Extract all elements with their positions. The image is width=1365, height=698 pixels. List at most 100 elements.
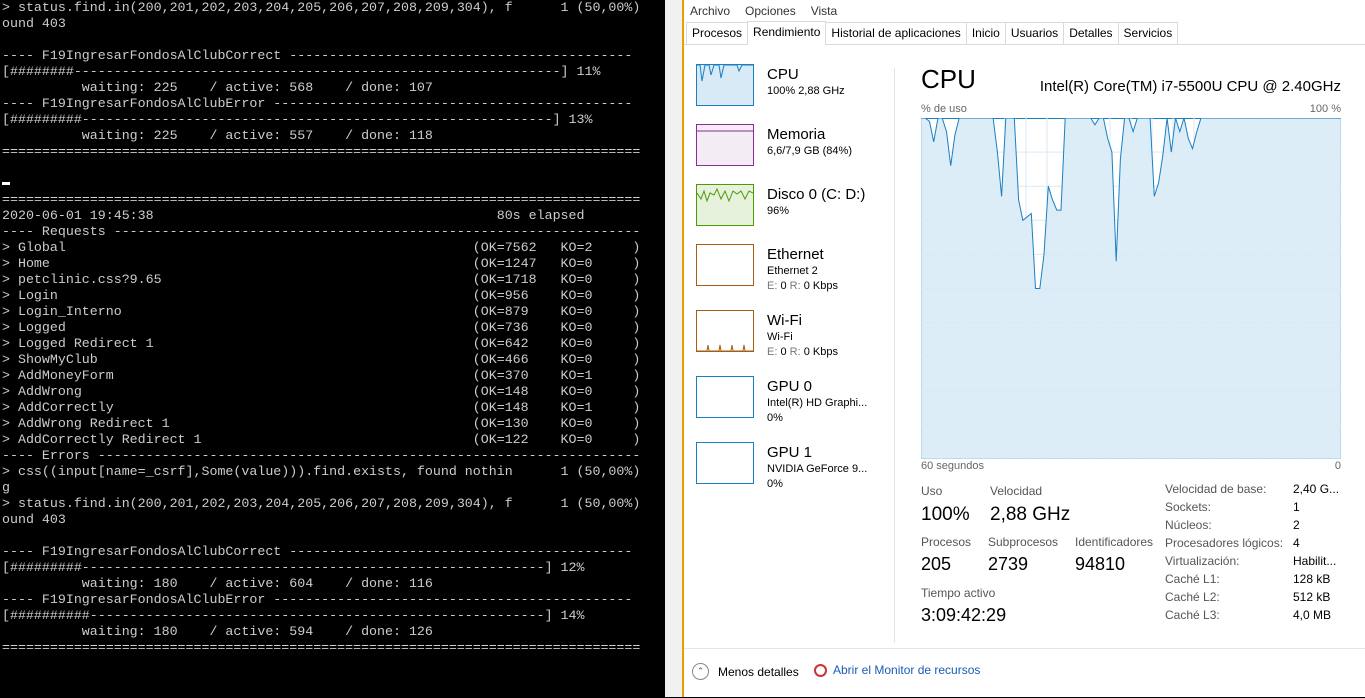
sidebar-item-label: Wi-Fi — [767, 312, 802, 329]
sidebar-item-sub: Wi-Fi — [767, 331, 793, 343]
resource-monitor-icon — [814, 663, 827, 677]
console-line: > Login (OK=956 KO=0 ) — [2, 288, 641, 303]
velocidad-value: 2,88 GHz — [990, 504, 1071, 525]
detail-value: 1 — [1293, 500, 1300, 514]
tab-bar: Procesos Rendimiento Historial de aplica… — [684, 21, 1365, 45]
console-line: ---- F19IngresarFondosAlClubCorrect ----… — [2, 544, 633, 559]
console-line: > ShowMyClub (OK=466 KO=0 ) — [2, 352, 641, 367]
sidebar-item-wi-fi[interactable]: Wi-Fi Wi-Fi E: 0 R: 0 Kbps — [694, 304, 884, 370]
sidebar-item-gpu[interactable]: GPU 0 Intel(R) HD Graphi... 0% — [694, 370, 884, 436]
console-line: 2020-06-01 19:45:38 80s elapsed — [2, 208, 585, 223]
tab-inicio[interactable]: Inicio — [965, 22, 1006, 44]
tab-historial[interactable]: Historial de aplicaciones — [825, 22, 967, 44]
sidebar-item-disco[interactable]: Disco 0 (C: D:) 96% — [694, 178, 884, 238]
detail-value: 128 kB — [1293, 572, 1331, 586]
resource-monitor-label: Abrir el Monitor de recursos — [833, 663, 981, 677]
throughput-part: R: — [789, 346, 801, 358]
console-line: waiting: 180 / active: 604 / done: 116 — [2, 576, 433, 591]
subprocesos-value: 2739 — [988, 554, 1029, 574]
cpu-details: Velocidad de base: 2,40 G... Sockets: 1 Núcl… — [1165, 482, 1355, 626]
less-details-button[interactable]: ⌃ Menos detalles — [692, 663, 799, 680]
tab-detalles[interactable]: Detalles — [1063, 22, 1119, 44]
sidebar-item-sub: Intel(R) HD Graphi... — [767, 397, 868, 409]
cpu-model: Intel(R) Core(TM) i7-5500U CPU @ 2.40GHz — [1039, 78, 1341, 95]
console-line: > AddCorrectly Redirect 1 (OK=122 KO=0 ) — [2, 432, 641, 447]
console-line: ========================================… — [2, 192, 641, 207]
resource-monitor-link[interactable]: Abrir el Monitor de recursos — [814, 663, 980, 677]
tiempo-activo-value: 3:09:42:29 — [921, 605, 1007, 625]
console-window[interactable]: > status.find.in(200,201,202,203,204,205… — [0, 0, 665, 697]
detail-key: Velocidad de base: — [1165, 482, 1267, 496]
tiempo-activo-label: Tiempo activo — [921, 586, 996, 600]
sidebar-item-sub2: 0% — [767, 412, 783, 424]
usage-area — [921, 118, 1341, 459]
sidebar-item-sub2: 0% — [767, 478, 783, 490]
throughput-part: E: — [767, 346, 778, 358]
console-line: > Logged (OK=736 KO=0 ) — [2, 320, 641, 335]
sidebar-item-gpu[interactable]: GPU 1 NVIDIA GeForce 9... 0% — [694, 436, 884, 502]
console-line: g — [2, 480, 10, 495]
detail-row: Sockets: 1 — [1165, 500, 1355, 518]
detail-key: Caché L2: — [1165, 590, 1220, 604]
detail-key: Caché L3: — [1165, 608, 1220, 622]
menu-bar: Archivo Opciones Vista — [684, 0, 1365, 21]
menu-archivo[interactable]: Archivo — [690, 4, 730, 18]
sparkline — [697, 130, 753, 132]
console-line: > status.find.in(200,201,202,203,204,205… — [2, 0, 641, 15]
detail-row: Procesadores lógicos: 4 — [1165, 536, 1355, 554]
console-line: > status.find.in(200,201,202,203,204,205… — [2, 496, 641, 511]
console-line: ound 403 — [2, 512, 66, 527]
console-line: > css((input[name=_csrf],Some(value))).f… — [2, 464, 641, 479]
detail-row: Caché L1: 128 kB — [1165, 572, 1355, 590]
detail-row: Velocidad de base: 2,40 G... — [1165, 482, 1355, 500]
menu-opciones[interactable]: Opciones — [745, 4, 796, 18]
sidebar-thumbnail — [696, 310, 754, 352]
throughput-part: R: — [789, 280, 801, 292]
console-line: ========================================… — [2, 640, 641, 655]
throughput-part: 0 — [780, 346, 787, 358]
detail-row: Caché L3: 4,0 MB — [1165, 608, 1355, 626]
sidebar-item-sub: 6,6/7,9 GB (84%) — [767, 145, 852, 157]
y-axis-label: % de uso — [921, 103, 967, 115]
console-line: [##########-----------------------------… — [2, 608, 585, 623]
sidebar-item-memoria[interactable]: Memoria 6,6/7,9 GB (84%) — [694, 118, 884, 178]
subprocesos-label: Subprocesos — [988, 535, 1059, 549]
console-line: ---- Errors ----------------------------… — [2, 448, 641, 463]
tab-usuarios[interactable]: Usuarios — [1004, 22, 1065, 44]
tab-servicios[interactable]: Servicios — [1117, 22, 1179, 44]
console-line: ---- Requests --------------------------… — [2, 224, 641, 239]
menu-vista[interactable]: Vista — [811, 4, 837, 18]
uso-value: 100% — [921, 504, 970, 525]
console-line: [#########------------------------------… — [2, 112, 593, 127]
sidebar-thumbnail — [696, 184, 754, 226]
sparkline-line — [697, 65, 753, 82]
sidebar-item-label: CPU — [767, 66, 799, 83]
throughput-part: E: — [767, 280, 778, 292]
performance-sidebar: CPU 100% 2,88 GHz Memoria 6,6/7,9 GB (84%) D… — [694, 58, 884, 502]
sparkline — [697, 344, 753, 351]
cpu-usage-graph — [921, 118, 1341, 459]
sidebar-item-sub: 96% — [767, 205, 790, 217]
sidebar-item-cpu[interactable]: CPU 100% 2,88 GHz — [694, 58, 884, 118]
chevron-up-icon: ⌃ — [692, 663, 709, 680]
detail-value: 2 — [1293, 518, 1300, 532]
sparkline-line — [697, 344, 753, 351]
throughput-part: 0 Kbps — [803, 346, 838, 358]
detail-row: Caché L2: 512 kB — [1165, 590, 1355, 608]
sidebar-item-ethernet[interactable]: Ethernet Ethernet 2 E: 0 R: 0 Kbps — [694, 238, 884, 304]
detail-value: 4 — [1293, 536, 1300, 550]
procesos-value: 205 — [921, 554, 952, 574]
sidebar-item-label: Disco 0 (C: D:) — [767, 186, 866, 203]
sidebar-item-sub: NVIDIA GeForce 9... — [767, 463, 868, 475]
tab-rendimiento[interactable]: Rendimiento — [747, 21, 827, 45]
x-axis-right: 0 — [1334, 460, 1341, 472]
sidebar-thumbnail — [696, 64, 754, 106]
console-line: ---- F19IngresarFondosAlClubError ------… — [2, 592, 633, 607]
footer: ⌃ Menos detalles Abrir el Monitor de rec… — [684, 648, 1365, 698]
procesos-label: Procesos — [921, 535, 972, 549]
console-line: > petclinic.css?9.65 (OK=1718 KO=0 ) — [2, 272, 641, 287]
console-line: waiting: 225 / active: 568 / done: 107 — [2, 80, 433, 95]
console-line: waiting: 180 / active: 594 / done: 126 — [2, 624, 433, 639]
tab-procesos[interactable]: Procesos — [686, 22, 749, 44]
page-title: CPU — [921, 64, 976, 94]
